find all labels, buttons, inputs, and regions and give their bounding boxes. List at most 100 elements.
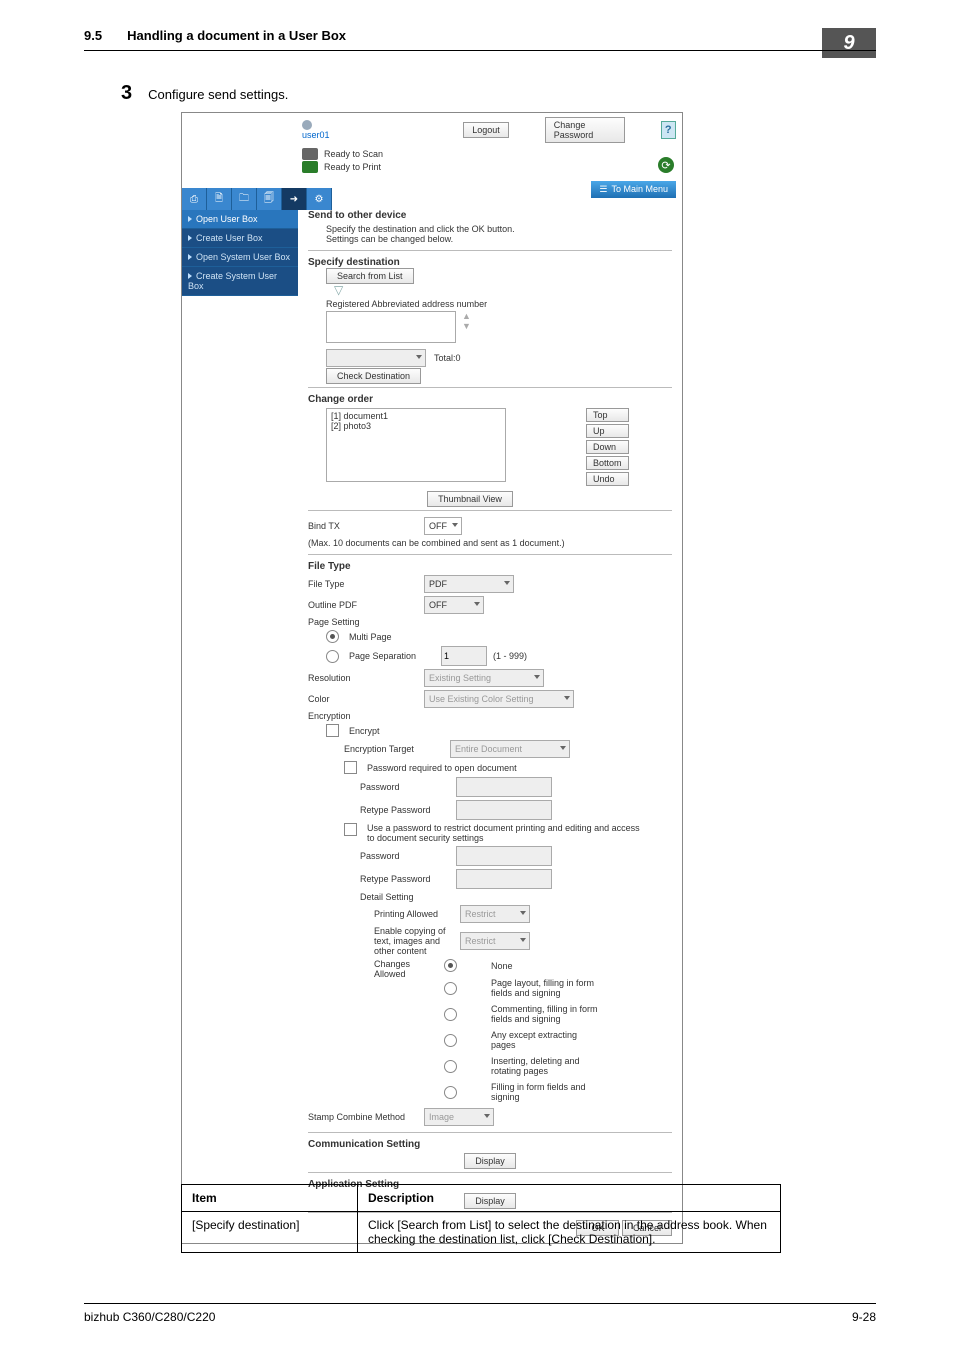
section-number: 9.5 (84, 28, 102, 43)
enc-target-label: Encryption Target (344, 744, 444, 754)
bind-tx-label: Bind TX (308, 521, 418, 531)
thumbnail-view-button[interactable]: Thumbnail View (427, 491, 513, 507)
scan-icon (302, 148, 318, 160)
multipage-radio[interactable] (326, 630, 339, 643)
sidebar-item-open-user-box[interactable]: Open User Box (182, 210, 298, 229)
toolbar-icon-3[interactable]: 🗀 (232, 188, 257, 210)
refresh-icon[interactable]: ⟳ (658, 157, 674, 173)
status-scan: Ready to Scan (302, 148, 676, 160)
changes-radio-4[interactable] (444, 1060, 457, 1073)
logout-button[interactable]: Logout (463, 122, 509, 138)
printing-select[interactable]: Restrict (460, 905, 530, 923)
send-heading: Send to other device (308, 210, 672, 221)
search-from-list-button[interactable]: Search from List (326, 268, 414, 284)
check-destination-button[interactable]: Check Destination (326, 368, 421, 384)
pw-input[interactable] (456, 777, 552, 797)
page-setting-label: Page Setting (308, 617, 672, 627)
order-listbox[interactable]: [1] document1 [2] photo3 (326, 408, 506, 482)
pw-open-checkbox[interactable] (344, 761, 357, 774)
changes-radio-0[interactable] (444, 959, 457, 972)
res-label: Resolution (308, 673, 418, 683)
outline-label: Outline PDF (308, 600, 418, 610)
changes-radio-1[interactable] (444, 982, 457, 995)
pw-label: Password (360, 782, 450, 792)
total-label: Total:0 (434, 353, 461, 363)
toolbar-icon-2[interactable]: 🗎 (207, 188, 232, 210)
sidebar-item-create-system-user-box[interactable]: Create System User Box (182, 267, 298, 296)
chapter-badge: 9 (822, 28, 876, 58)
help-icon[interactable]: ? (661, 121, 676, 139)
enc-target-select[interactable]: Entire Document (450, 740, 570, 758)
scan-text: Ready to Scan (324, 149, 383, 159)
up-button[interactable]: Up (586, 424, 629, 438)
print-text: Ready to Print (324, 162, 381, 172)
detail-label: Detail Setting (360, 892, 672, 902)
changes-opt-0: None (491, 961, 601, 971)
stamp-label: Stamp Combine Method (308, 1112, 418, 1122)
changes-opt-3: Any except extracting pages (491, 1030, 601, 1050)
td-desc: Click [Search from List] to select the d… (358, 1212, 781, 1253)
footer-page-number: 9-28 (852, 1310, 876, 1324)
copying-label: Enable copying of text, images and other… (374, 926, 454, 956)
to-main-menu-button[interactable]: ☰ To Main Menu (591, 181, 676, 198)
undo-button[interactable]: Undo (586, 472, 629, 486)
down-button[interactable]: Down (586, 440, 629, 454)
pagesep-input[interactable] (441, 646, 487, 666)
pagesep-radio[interactable] (326, 650, 339, 663)
bind-tx-select[interactable]: OFF (424, 517, 462, 535)
stamp-select[interactable]: Image (424, 1108, 494, 1126)
ft-label: File Type (308, 579, 418, 589)
repw2-input[interactable] (456, 869, 552, 889)
color-select[interactable]: Use Existing Color Setting (424, 690, 574, 708)
header-rule (84, 50, 876, 51)
pw-open-label: Password required to open document (367, 763, 517, 773)
th-desc: Description (358, 1185, 781, 1212)
top-button[interactable]: Top (586, 408, 629, 422)
footer-model: bizhub C360/C280/C220 (84, 1310, 215, 1324)
registered-label: Registered Abbreviated address number (326, 299, 672, 309)
repw-input[interactable] (456, 800, 552, 820)
list-item[interactable]: [2] photo3 (331, 421, 501, 431)
multipage-label: Multi Page (349, 632, 392, 642)
step-text: Configure send settings. (148, 87, 288, 102)
encrypt-checkbox[interactable] (326, 724, 339, 737)
to-main-menu-label: To Main Menu (611, 184, 668, 194)
changes-radio-5[interactable] (444, 1086, 457, 1099)
toolbar-icon-4[interactable]: 🗐 (257, 188, 282, 210)
pagesep-label: Page Separation (349, 651, 435, 661)
table-row: [Specify destination] Click [Search from… (182, 1212, 781, 1253)
outline-select[interactable]: OFF (424, 596, 484, 614)
ft-select[interactable]: PDF (424, 575, 514, 593)
filetype-heading: File Type (308, 561, 672, 572)
status-print: Ready to Print (302, 161, 676, 173)
changes-radio-2[interactable] (444, 1008, 457, 1021)
dest-select[interactable] (326, 349, 426, 367)
change-password-button[interactable]: Change Password (545, 117, 625, 143)
changes-radio-3[interactable] (444, 1034, 457, 1047)
changes-opt-5: Filling in form fields and signing (491, 1082, 601, 1102)
arrow-down-icon: ▽ (334, 283, 672, 297)
sidebar-item-open-system-user-box[interactable]: Open System User Box (182, 248, 298, 267)
res-select[interactable]: Existing Setting (424, 669, 544, 687)
color-label: Color (308, 694, 418, 704)
user-name[interactable]: user01 (302, 130, 330, 140)
comm-display-button[interactable]: Display (464, 1153, 516, 1169)
user-icon (302, 120, 312, 130)
toolbar-icon-1[interactable]: ⎙ (182, 188, 207, 210)
repw2-label: Retype Password (360, 874, 450, 884)
main-menu-icon: ☰ (599, 184, 607, 195)
reg-number-box[interactable] (326, 311, 456, 343)
sidebar-item-create-user-box[interactable]: Create User Box (182, 229, 298, 248)
pw2-input[interactable] (456, 846, 552, 866)
bottom-button[interactable]: Bottom (586, 456, 629, 470)
logged-in-user: user01 (302, 120, 343, 141)
td-item: [Specify destination] (182, 1212, 358, 1253)
pagesep-range: (1 - 999) (493, 651, 527, 661)
sidebar: Open User Box Create User Box Open Syste… (182, 210, 298, 296)
list-item[interactable]: [1] document1 (331, 411, 501, 421)
th-item: Item (182, 1185, 358, 1212)
changes-label: Changes Allowed (374, 959, 434, 1102)
restrict-checkbox[interactable] (344, 823, 357, 836)
copying-select[interactable]: Restrict (460, 932, 530, 950)
spinner-icon[interactable]: ▲▼ (462, 311, 471, 331)
